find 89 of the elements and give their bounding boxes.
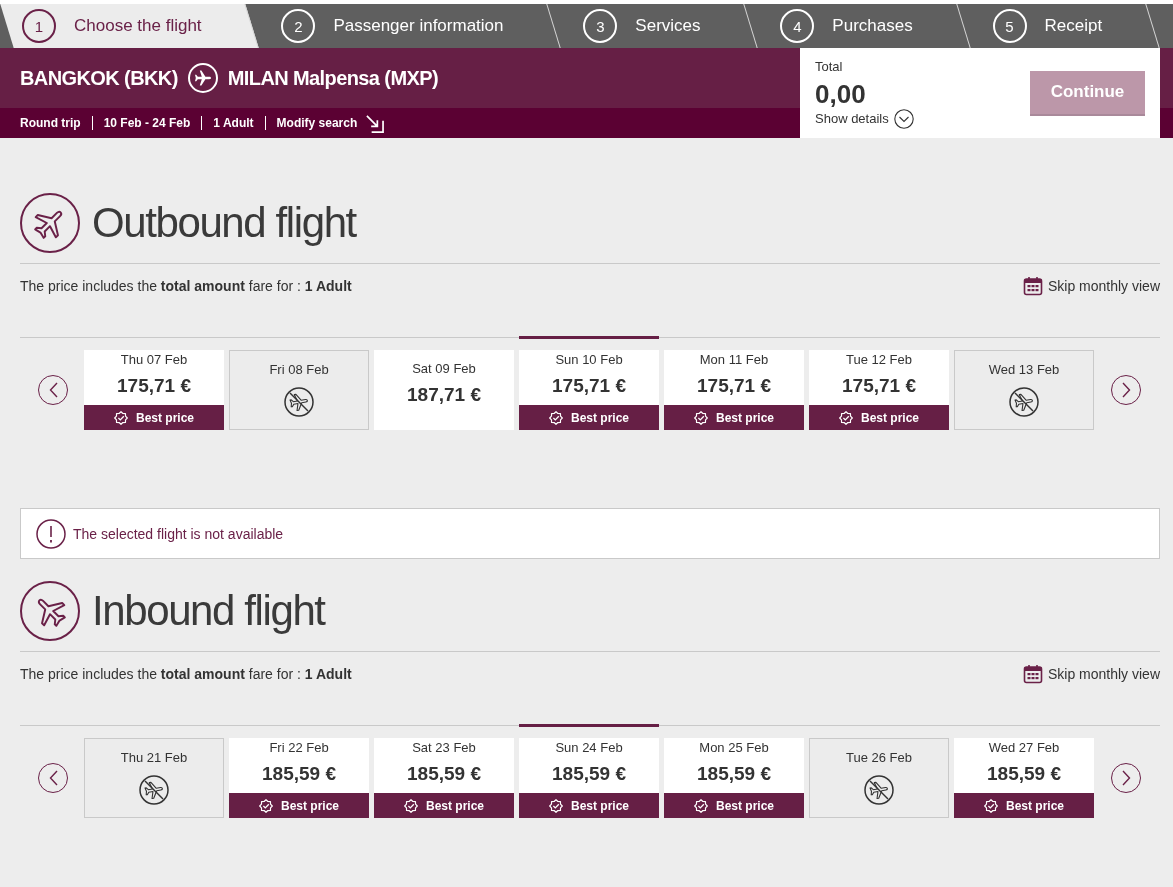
fare-note: The price includes the total amount fare for : 1 Adult bbox=[20, 666, 352, 682]
step-tab[interactable]: 4 Purchases bbox=[758, 4, 971, 48]
best-price-label: Best price bbox=[136, 410, 194, 425]
destination-city: MILAN Malpensa (MXP) bbox=[227, 66, 438, 90]
summary-item: Round trip bbox=[20, 116, 81, 130]
badge-check-icon bbox=[984, 798, 998, 813]
badge-check-icon bbox=[839, 410, 853, 425]
card-date: Fri 08 Feb bbox=[269, 362, 329, 378]
badge-check-icon bbox=[549, 410, 563, 425]
card-date: Sat 09 Feb bbox=[412, 361, 476, 377]
card-price: 175,71 € bbox=[117, 374, 191, 398]
best-price-label: Best price bbox=[281, 798, 339, 813]
airplane-icon bbox=[20, 193, 80, 253]
airplane-icon bbox=[20, 581, 80, 641]
date-card[interactable]: Fri 22 Feb 185,59 € Best price bbox=[229, 738, 369, 818]
no-flight-icon bbox=[864, 775, 894, 805]
card-date: Fri 22 Feb bbox=[269, 740, 329, 756]
best-price-label: Best price bbox=[716, 798, 774, 813]
card-price: 185,59 € bbox=[407, 762, 481, 786]
modify-search-link[interactable]: Modify search bbox=[276, 113, 385, 133]
chevron-right-icon bbox=[1121, 382, 1131, 398]
date-card[interactable]: Sun 10 Feb 175,71 € Best price bbox=[519, 350, 659, 430]
best-price-label: Best price bbox=[571, 798, 629, 813]
chevron-right-icon bbox=[1121, 770, 1131, 786]
badge-check-icon bbox=[404, 798, 418, 813]
chevron-left-icon bbox=[48, 770, 58, 786]
chevron-down-icon bbox=[893, 109, 914, 129]
date-card[interactable]: Thu 07 Feb 175,71 € Best price bbox=[84, 350, 224, 430]
chevron-left-icon bbox=[48, 382, 58, 398]
step-tab[interactable]: 5 Receipt bbox=[970, 4, 1160, 48]
best-price-label: Best price bbox=[716, 410, 774, 425]
summary-item: 1 Adult bbox=[213, 116, 254, 130]
date-card[interactable]: Mon 11 Feb 175,71 € Best price bbox=[664, 350, 804, 430]
card-date: Thu 07 Feb bbox=[120, 352, 188, 368]
best-price-label: Best price bbox=[1006, 798, 1064, 813]
section-title: Outbound flight bbox=[92, 198, 356, 248]
skip-monthly-view-link[interactable]: Skip monthly view bbox=[1022, 276, 1160, 296]
section-title: Inbound flight bbox=[92, 586, 325, 636]
best-price-label: Best price bbox=[861, 410, 919, 425]
card-date: Tue 12 Feb bbox=[846, 352, 912, 368]
no-flight-icon bbox=[1009, 387, 1039, 417]
step-tab[interactable]: 2 Passenger information bbox=[259, 4, 562, 48]
origin-city: BANGKOK (BKK) bbox=[20, 66, 178, 90]
card-date: Mon 11 Feb bbox=[699, 352, 769, 368]
card-price: 175,71 € bbox=[552, 374, 626, 398]
card-price: 175,71 € bbox=[697, 374, 771, 398]
no-flight-icon bbox=[139, 775, 169, 805]
calendar-icon bbox=[1022, 664, 1043, 684]
card-price: 185,59 € bbox=[697, 762, 771, 786]
card-date: Tue 26 Feb bbox=[846, 750, 912, 766]
step-tab[interactable]: 1 Choose the flight bbox=[0, 4, 260, 48]
card-price: 185,59 € bbox=[987, 762, 1061, 786]
total-label: Total bbox=[815, 59, 843, 75]
best-price-label: Best price bbox=[571, 410, 629, 425]
card-date: Thu 21 Feb bbox=[120, 750, 188, 766]
date-card[interactable]: Mon 25 Feb 185,59 € Best price bbox=[664, 738, 804, 818]
alert-text: The selected flight is not available bbox=[73, 525, 284, 542]
date-card[interactable]: Sun 24 Feb 185,59 € Best price bbox=[519, 738, 659, 818]
date-card[interactable]: Tue 12 Feb 175,71 € Best price bbox=[809, 350, 949, 430]
show-details-link[interactable]: Show details bbox=[815, 109, 914, 129]
badge-check-icon bbox=[549, 798, 563, 813]
no-flight-icon bbox=[284, 387, 314, 417]
date-card[interactable]: Sat 23 Feb 185,59 € Best price bbox=[374, 738, 514, 818]
summary-item: 10 Feb - 24 Feb bbox=[103, 116, 191, 130]
step-tab[interactable]: 3 Services bbox=[561, 4, 759, 48]
alert-icon bbox=[36, 518, 66, 549]
card-price: 175,71 € bbox=[842, 374, 916, 398]
card-price: 187,71 € bbox=[407, 383, 481, 407]
card-date: Wed 13 Feb bbox=[988, 362, 1060, 378]
total-amount: 0,00 bbox=[815, 79, 866, 109]
airplane-icon bbox=[187, 63, 218, 93]
best-price-label: Best price bbox=[426, 798, 484, 813]
badge-check-icon bbox=[259, 798, 273, 813]
card-price: 185,59 € bbox=[262, 762, 336, 786]
date-card[interactable]: Sat 09 Feb 187,71 € bbox=[374, 350, 514, 430]
badge-check-icon bbox=[114, 410, 128, 425]
card-date: Sun 10 Feb bbox=[555, 352, 623, 368]
card-price: 185,59 € bbox=[552, 762, 626, 786]
date-card[interactable]: Wed 27 Feb 185,59 € Best price bbox=[954, 738, 1094, 818]
fare-note: The price includes the total amount fare for : 1 Adult bbox=[20, 278, 352, 294]
badge-check-icon bbox=[694, 798, 708, 813]
skip-monthly-view-link[interactable]: Skip monthly view bbox=[1022, 664, 1160, 684]
card-date: Wed 27 Feb bbox=[988, 740, 1060, 756]
calendar-icon bbox=[1022, 276, 1043, 296]
card-date: Sat 23 Feb bbox=[412, 740, 476, 756]
badge-check-icon bbox=[694, 410, 708, 425]
card-date: Mon 25 Feb bbox=[699, 740, 769, 756]
card-date: Sun 24 Feb bbox=[555, 740, 623, 756]
expand-arrow-icon bbox=[365, 113, 385, 133]
